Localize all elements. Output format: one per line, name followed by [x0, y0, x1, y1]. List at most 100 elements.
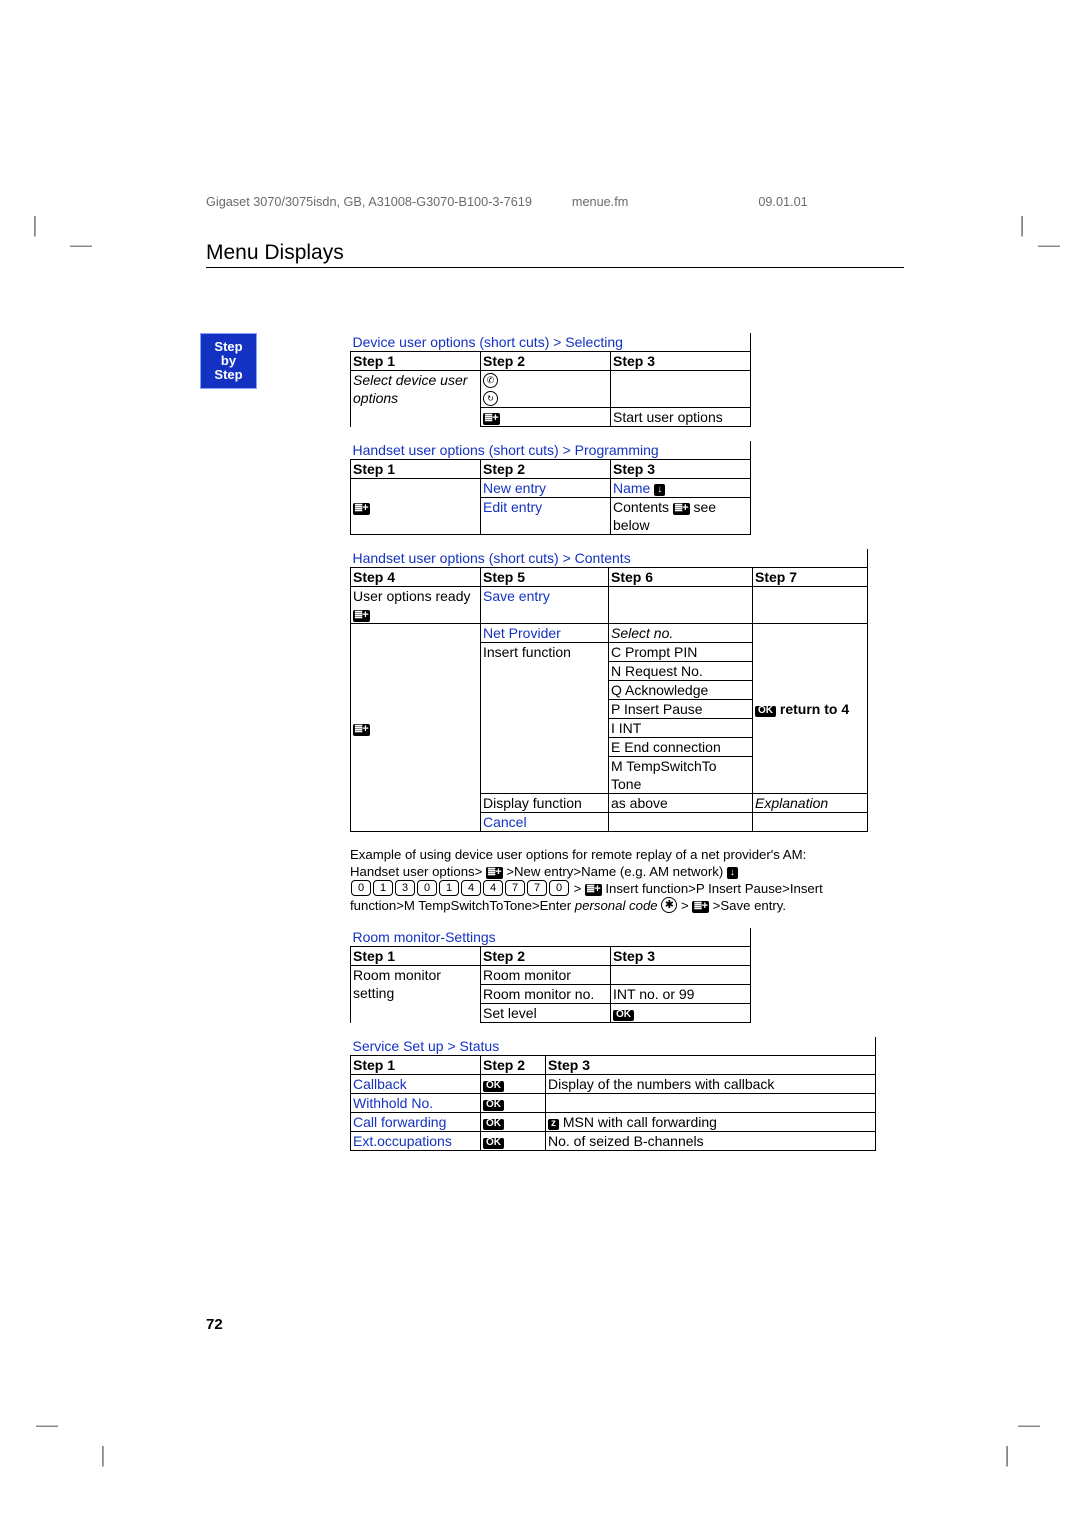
steptab-line: Step	[201, 340, 256, 354]
col-head: Step 1	[351, 947, 481, 966]
step-by-step-tab: Step by Step	[200, 333, 257, 389]
crop-mark: |	[100, 1442, 106, 1468]
down-icon	[727, 867, 738, 879]
runhead-mid: menue.fm	[572, 195, 628, 209]
col-head: Step 3	[611, 460, 751, 479]
ok-icon	[483, 1138, 504, 1149]
col-head: Step 2	[481, 460, 611, 479]
text: return to 4	[780, 701, 849, 717]
cell	[481, 408, 611, 427]
cell	[481, 1113, 546, 1132]
cell: P Insert Pause	[609, 700, 753, 719]
cell	[753, 643, 868, 662]
text: personal code	[575, 898, 658, 913]
cell: z MSN with call forwarding	[546, 1113, 876, 1132]
col-head: Step 6	[609, 568, 753, 587]
table-caption: Handset user options (short cuts) > Cont…	[351, 549, 868, 568]
table-caption: Device user options (short cuts) > Selec…	[351, 333, 751, 352]
ok-icon	[483, 1081, 504, 1092]
cell: Net Provider	[481, 624, 609, 643]
col-head: Step 2	[481, 352, 611, 371]
cell: Ext.occupations	[351, 1132, 481, 1151]
cell	[753, 624, 868, 643]
cell: Call forwarding	[351, 1113, 481, 1132]
crop-mark: —	[1038, 232, 1060, 258]
keypad-key-icon: 4	[483, 880, 503, 896]
cell: return to 4	[753, 700, 868, 719]
cell: No. of seized B-channels	[546, 1132, 876, 1151]
keypad-key-icon: 0	[417, 880, 437, 896]
keypad-key-icon: 7	[505, 880, 525, 896]
cell	[609, 587, 753, 624]
col-head: Step 1	[351, 460, 481, 479]
text: Example of using device user options for…	[350, 847, 806, 862]
content-area: Device user options (short cuts) > Selec…	[350, 333, 906, 1165]
col-head: Step 3	[611, 352, 751, 371]
cell: Insert function	[481, 643, 609, 794]
cell	[351, 479, 481, 498]
cell	[611, 966, 751, 985]
cell: Select no.	[609, 624, 753, 643]
cell: Cancel	[481, 813, 609, 832]
text: >Save entry.	[709, 898, 786, 913]
text: Insert function>P Insert Pause>Insert	[602, 881, 823, 896]
cell: C Prompt PIN	[609, 643, 753, 662]
text: Contents	[613, 499, 669, 515]
runhead-left: Gigaset 3070/3075isdn, GB, A31008-G3070-…	[206, 195, 532, 209]
cell	[481, 1075, 546, 1094]
text: function>M TempSwitchToTone>Enter	[350, 898, 575, 913]
col-head: Step 3	[611, 947, 751, 966]
text: MSN with call forwarding	[563, 1114, 717, 1130]
ok-icon	[483, 1100, 504, 1111]
cell: N Request No.	[609, 662, 753, 681]
cell: User options ready	[351, 587, 481, 624]
cell	[351, 643, 481, 662]
cell: Name	[611, 479, 751, 498]
keypad-key-icon: 0	[549, 880, 569, 896]
steptab-line: Step	[201, 368, 256, 382]
table-caption: Service Set up > Status	[351, 1037, 876, 1056]
cell	[481, 1094, 546, 1113]
crop-mark: |	[32, 212, 38, 238]
offhook-icon: ✆	[483, 373, 498, 388]
page: Gigaset 3070/3075isdn, GB, A31008-G3070-…	[206, 195, 926, 272]
cell	[351, 624, 481, 643]
keypad-key-icon: 1	[373, 880, 393, 896]
cell: M TempSwitchTo Tone	[609, 757, 753, 794]
col-head: Step 3	[546, 1056, 876, 1075]
menu-icon	[353, 724, 370, 736]
text: User options ready	[353, 588, 471, 604]
cell: Edit entry	[481, 498, 611, 535]
menu-icon	[353, 503, 370, 515]
text: >New entry>Name (e.g. AM network)	[503, 864, 727, 879]
cell: Room monitor setting	[351, 966, 481, 1023]
cell: I INT	[609, 719, 753, 738]
cell: Set level	[481, 1004, 611, 1023]
cell: E End connection	[609, 738, 753, 757]
cell: Start user options	[611, 408, 751, 427]
ok-icon	[483, 1119, 504, 1130]
text: >	[677, 898, 692, 913]
section-title: Menu Displays	[206, 241, 904, 268]
menu-icon	[673, 503, 690, 515]
cell	[611, 371, 751, 390]
col-head: Step 1	[351, 1056, 481, 1075]
menu-icon	[692, 901, 709, 913]
cell	[351, 498, 481, 535]
col-head: Step 7	[753, 568, 868, 587]
col-head: Step 2	[481, 947, 611, 966]
table-device-user-options: Device user options (short cuts) > Selec…	[350, 333, 751, 427]
menu-icon	[486, 867, 503, 879]
table-room-monitor: Room monitor-Settings Step 1 Step 2 Step…	[350, 928, 751, 1023]
steptab-line: by	[201, 354, 256, 368]
crop-mark: —	[70, 232, 92, 258]
cell: Save entry	[481, 587, 609, 624]
cell	[546, 1094, 876, 1113]
col-head: Step 5	[481, 568, 609, 587]
text: Select device user	[353, 372, 467, 388]
cell: ↻	[481, 389, 611, 408]
text: Service Set up >	[353, 1038, 460, 1054]
digit-sequence: 0130144770	[350, 881, 570, 896]
ok-icon	[755, 706, 776, 717]
running-head: Gigaset 3070/3075isdn, GB, A31008-G3070-…	[206, 195, 926, 209]
